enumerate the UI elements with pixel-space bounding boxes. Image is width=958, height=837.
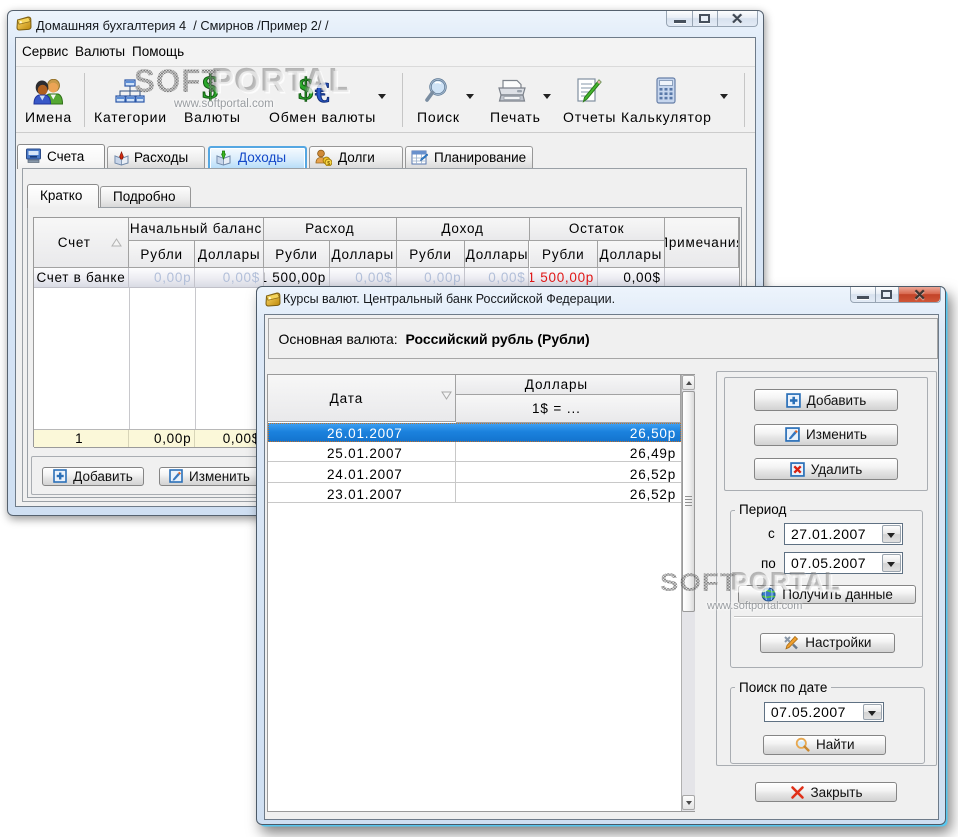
svg-text:$: $ [327,161,330,166]
